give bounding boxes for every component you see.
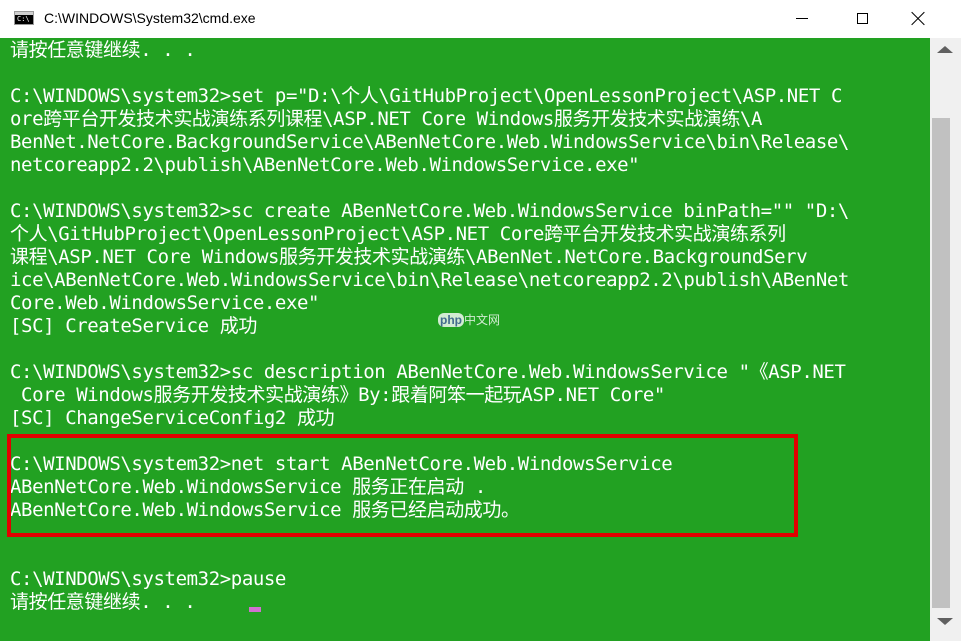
maximize-icon <box>856 13 868 24</box>
highlight-box <box>7 434 798 537</box>
title-bar[interactable]: C:\ C:\WINDOWS\System32\cmd.exe <box>0 0 961 39</box>
scroll-thumb[interactable] <box>932 118 950 608</box>
close-button[interactable] <box>895 0 941 37</box>
watermark: php 中文网 <box>438 311 500 328</box>
console-line: Core.Web.WindowsService.exe" <box>10 292 320 314</box>
window-title: C:\WINDOWS\System32\cmd.exe <box>44 10 256 26</box>
minimize-icon <box>796 18 808 19</box>
console-line: 请按任意键继续. . . <box>10 591 196 613</box>
console-line: 课程\ASP.NET Core Windows服务开发技术实战演练\ABenNe… <box>10 246 808 268</box>
maximize-button[interactable] <box>839 0 885 37</box>
scroll-up-arrow-icon[interactable] <box>937 46 953 53</box>
console-line: netcoreapp2.2\publish\ABenNetCore.Web.Wi… <box>10 154 640 176</box>
console-line: C:\WINDOWS\system32>sc description ABenN… <box>10 361 846 383</box>
minimize-button[interactable] <box>779 0 825 37</box>
console-line: ore跨平台开发技术实战演练系列课程\ASP.NET Core Windows服… <box>10 108 763 130</box>
console-line: [SC] CreateService 成功 <box>10 315 257 337</box>
console-line: 个人\GitHubProject\OpenLessonProject\ASP.N… <box>10 223 786 245</box>
vertical-scrollbar[interactable] <box>930 38 961 641</box>
text-cursor <box>249 607 261 612</box>
watermark-brand: php <box>438 313 464 327</box>
console-output[interactable]: 请按任意键继续. . . C:\WINDOWS\system32>set p="… <box>0 38 930 641</box>
console-line: 请按任意键继续. . . <box>10 39 196 61</box>
watermark-text: 中文网 <box>464 313 501 327</box>
console-line: Core Windows服务开发技术实战演练》By:跟着阿笨一起玩ASP.NET… <box>10 384 665 406</box>
console-line: C:\WINDOWS\system32>set p="D:\个人\GitHubP… <box>10 85 843 107</box>
console-line: BenNet.NetCore.BackgroundService\ABenNet… <box>10 131 849 153</box>
console-line: ice\ABenNetCore.Web.WindowsService\bin\R… <box>10 269 849 291</box>
scroll-down-arrow-icon[interactable] <box>937 618 953 625</box>
close-icon <box>911 12 925 26</box>
cmd-icon-text: C:\ <box>17 15 30 23</box>
console-line: C:\WINDOWS\system32>pause <box>10 568 286 590</box>
console-line: C:\WINDOWS\system32>sc create ABenNetCor… <box>10 200 849 222</box>
cmd-icon[interactable]: C:\ <box>14 11 34 25</box>
console-line: [SC] ChangeServiceConfig2 成功 <box>10 407 335 429</box>
